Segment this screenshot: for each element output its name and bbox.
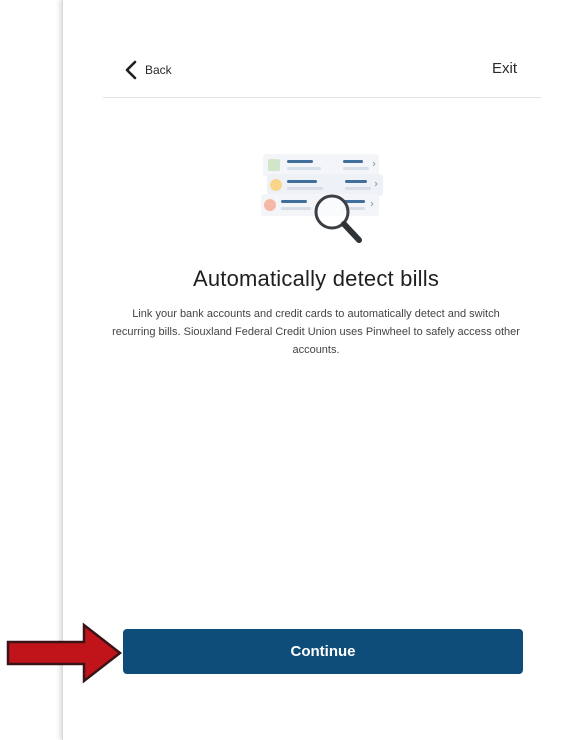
- back-label: Back: [145, 63, 172, 77]
- page: Back Exit Automatically detect bills Lin…: [0, 0, 569, 740]
- page-description: Link your bank accounts and credit cards…: [112, 308, 520, 356]
- modal-header: Back Exit: [103, 56, 541, 86]
- back-button[interactable]: Back: [125, 56, 172, 84]
- header-divider: [103, 97, 541, 98]
- pinwheel-modal: Back Exit Automatically detect bills Lin…: [62, 0, 569, 740]
- exit-button[interactable]: Exit: [492, 60, 517, 77]
- continue-button[interactable]: Continue: [123, 629, 523, 674]
- page-title: Automatically detect bills: [192, 266, 440, 291]
- right-arrow-icon: [6, 622, 124, 684]
- chevron-left-icon: [125, 60, 137, 80]
- bills-magnifier-icon: [259, 152, 389, 262]
